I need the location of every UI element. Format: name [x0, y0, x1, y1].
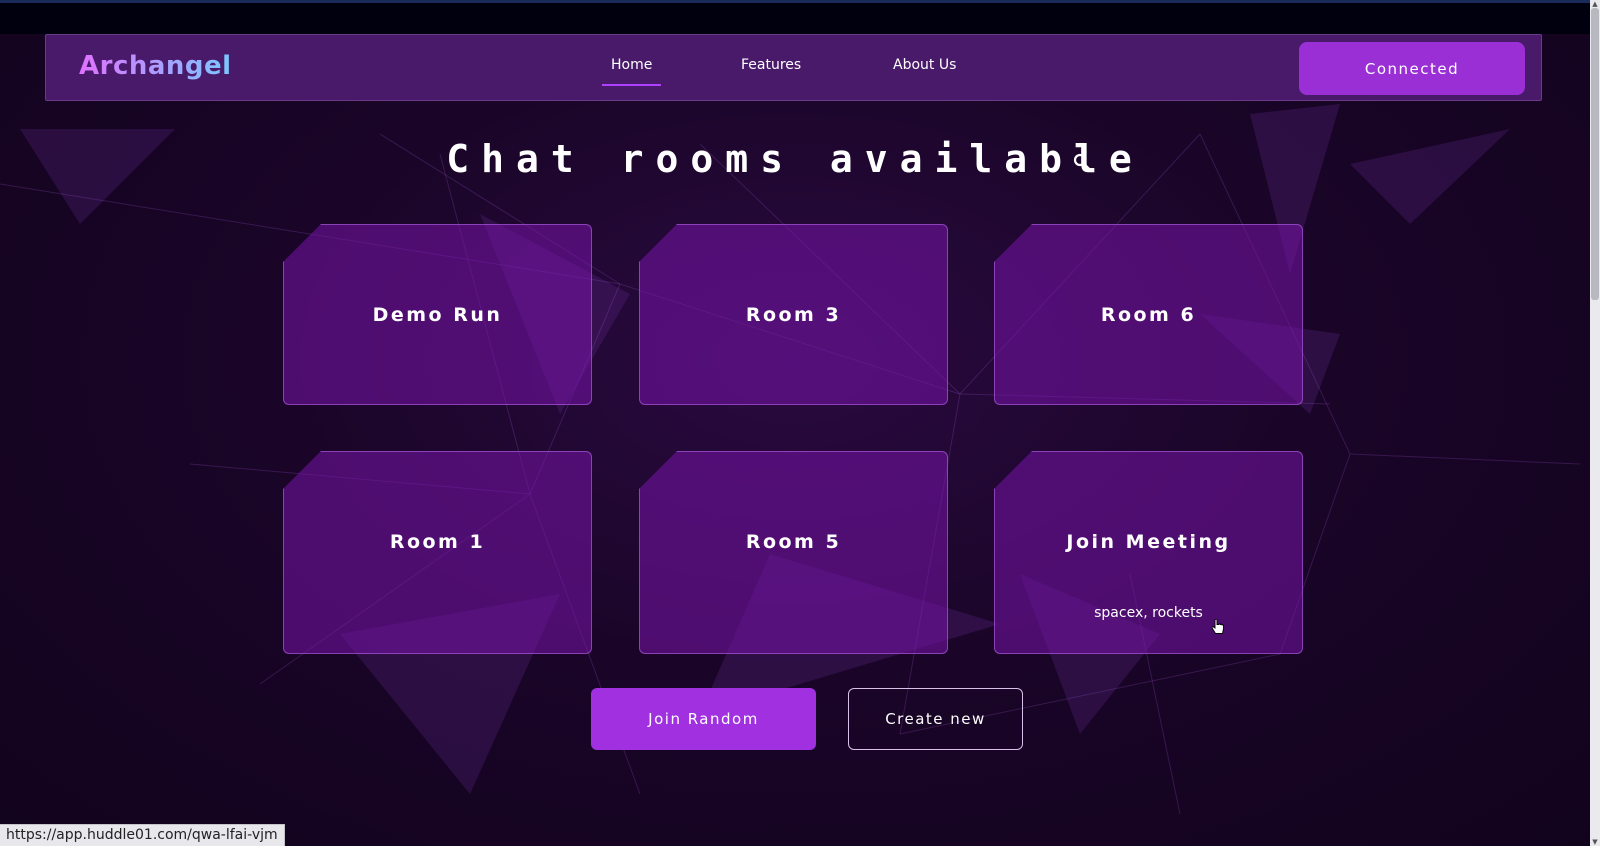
room-card-room-6[interactable]: Room 6 — [994, 224, 1303, 405]
room-card-title: Join Meeting — [1066, 531, 1231, 553]
hand-pointer-cursor-icon — [1211, 619, 1224, 634]
room-card-room-5[interactable]: Room 5 — [639, 451, 948, 654]
browser-top-strip — [0, 0, 1600, 34]
heading-wrap: Chat rooms available — [0, 137, 1590, 181]
room-card-tags: spacex, rockets — [1094, 605, 1203, 621]
room-card-title: Demo Run — [372, 304, 503, 326]
scroll-up-arrow-icon[interactable]: ▲ — [1590, 0, 1600, 8]
nav-home-link[interactable]: Home — [601, 57, 662, 86]
room-card-title: Room 3 — [745, 304, 842, 326]
nav-features-link[interactable]: Features — [741, 57, 801, 73]
room-card-room-1[interactable]: Room 1 — [283, 451, 592, 654]
top-navbar: Archangel Home Features About Us Connect… — [45, 34, 1542, 101]
room-card-join-meeting[interactable]: Join Meeting spacex, rockets — [994, 451, 1303, 654]
search-icon[interactable] — [1072, 152, 1092, 172]
scroll-thumb[interactable] — [1591, 8, 1599, 300]
room-card-demo-run[interactable]: Demo Run — [283, 224, 592, 405]
scroll-down-arrow-icon[interactable]: ▼ — [1590, 838, 1600, 846]
page-title: Chat rooms available — [446, 137, 1144, 181]
nav-about-us-link[interactable]: About Us — [893, 57, 956, 73]
vertical-scrollbar[interactable]: ▲ ▼ — [1590, 0, 1600, 846]
room-card-title: Room 6 — [1100, 304, 1197, 326]
status-bar-url: https://app.huddle01.com/qwa-lfai-vjm — [0, 824, 285, 846]
connected-button[interactable]: Connected — [1299, 42, 1525, 95]
create-new-button[interactable]: Create new — [848, 688, 1023, 750]
room-card-title: Room 5 — [745, 531, 842, 553]
room-card-title: Room 1 — [389, 531, 486, 553]
page-viewport: Archangel Home Features About Us Connect… — [0, 34, 1590, 846]
room-card-room-3[interactable]: Room 3 — [639, 224, 948, 405]
join-random-button[interactable]: Join Random — [591, 688, 816, 750]
